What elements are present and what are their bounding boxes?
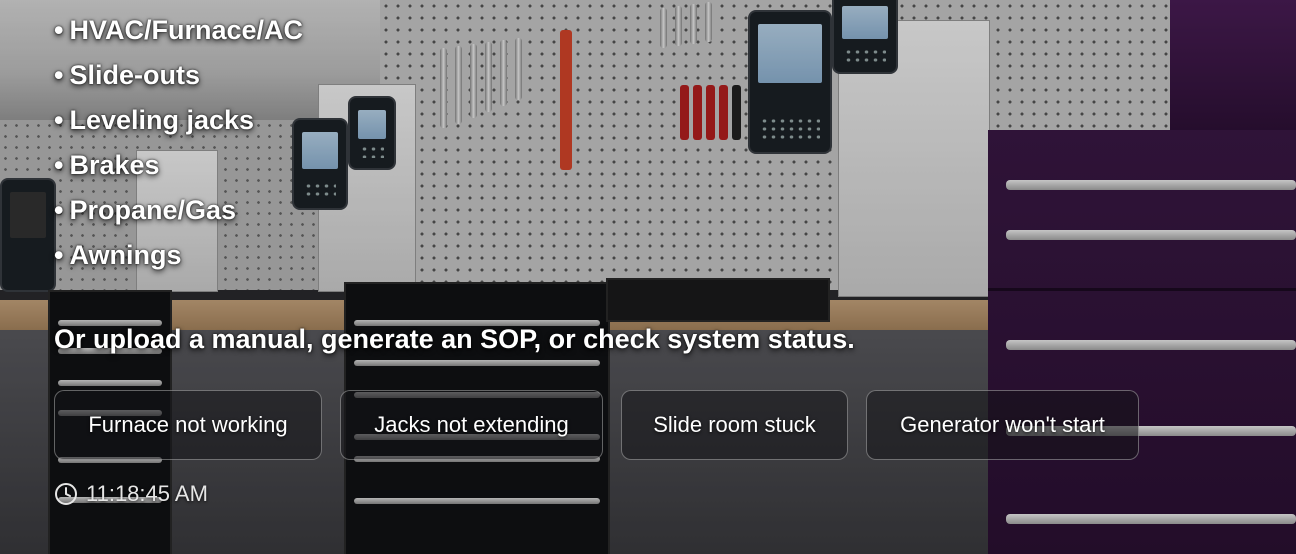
list-item: • Awnings (54, 240, 182, 270)
prompt-text: Or upload a manual, generate an SOP, or … (54, 324, 855, 354)
list-item-label: Propane/Gas (69, 195, 237, 225)
list-item-label: HVAC/Furnace/AC (69, 15, 303, 45)
list-item-label: Slide-outs (69, 60, 200, 90)
list-item: • Leveling jacks (54, 105, 255, 135)
suggestion-slide-room-stuck-button[interactable]: Slide room stuck (621, 390, 848, 460)
suggestion-furnace-not-working-button[interactable]: Furnace not working (54, 390, 322, 460)
timestamp-text: 11:18:45 AM (86, 481, 208, 506)
suggestion-generator-wont-start-button[interactable]: Generator won't start (866, 390, 1139, 460)
timestamp: 11:18:45 AM (54, 480, 208, 508)
list-item-label: Awnings (69, 240, 182, 270)
clock-icon (55, 483, 77, 505)
list-item-label: Brakes (69, 150, 160, 180)
suggestion-jacks-not-extending-button[interactable]: Jacks not extending (340, 390, 603, 460)
list-item: • Slide-outs (54, 60, 200, 90)
list-item: • Propane/Gas (54, 195, 237, 225)
list-item: • HVAC/Furnace/AC (54, 15, 303, 45)
list-item: • Brakes (54, 150, 160, 180)
list-item-label: Leveling jacks (69, 105, 255, 135)
supported-systems-list: • HVAC/Furnace/AC • Slide-outs • Leveling j… (54, 8, 303, 278)
